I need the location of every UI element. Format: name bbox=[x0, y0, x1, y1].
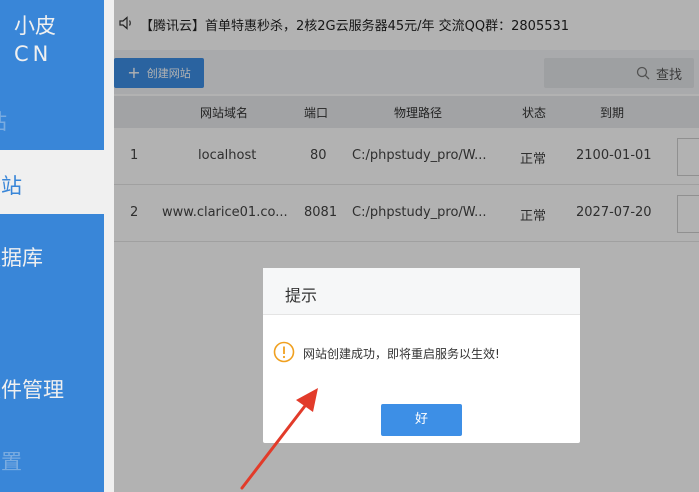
dialog-message: 网站创建成功，即将重启服务以生效! bbox=[303, 347, 500, 361]
ok-button[interactable]: 好 bbox=[381, 404, 462, 436]
dialog-header: 提示 bbox=[263, 268, 580, 315]
alert-dialog: 提示 网站创建成功，即将重启服务以生效! 好 bbox=[263, 268, 580, 443]
dialog-title: 提示 bbox=[285, 286, 318, 305]
sidebar-dim-overlay bbox=[0, 0, 114, 492]
warning-icon bbox=[273, 341, 295, 363]
